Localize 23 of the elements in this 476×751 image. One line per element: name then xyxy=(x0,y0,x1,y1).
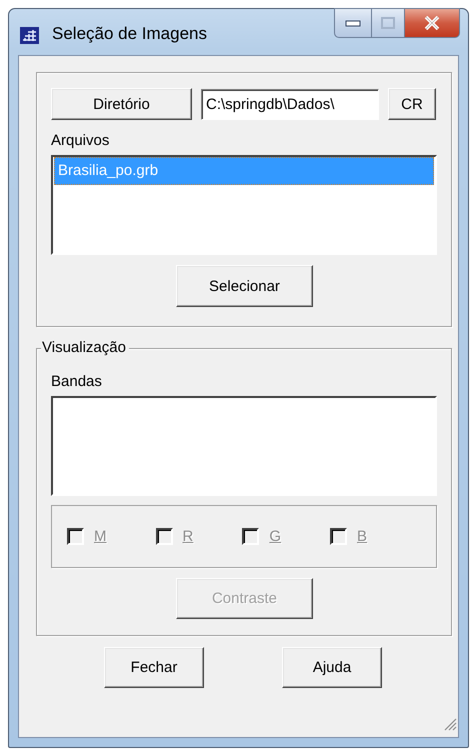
checkbox-label: B xyxy=(357,528,368,545)
maximize-icon xyxy=(381,17,395,29)
close-button[interactable] xyxy=(405,8,460,38)
close-dialog-button[interactable]: Fechar xyxy=(104,647,204,688)
close-icon xyxy=(424,16,440,30)
help-button[interactable]: Ajuda xyxy=(282,647,382,688)
group-legend: Visualização xyxy=(41,339,129,357)
bands-label: Bandas xyxy=(51,373,102,390)
select-button[interactable]: Selecionar xyxy=(176,265,313,307)
window-title: Seleção de Imagens xyxy=(52,24,207,44)
directory-button[interactable]: Diretório xyxy=(51,88,192,120)
directory-field[interactable]: C:\springdb\Dados\ xyxy=(201,88,379,120)
checkbox-label: R xyxy=(182,528,194,545)
checkbox-label: M xyxy=(94,528,106,545)
minimize-icon xyxy=(345,20,361,26)
app-icon xyxy=(20,27,39,44)
maximize-button[interactable] xyxy=(372,8,405,38)
files-label: Arquivos xyxy=(51,132,110,149)
bands-list[interactable] xyxy=(51,396,437,496)
minimize-button[interactable] xyxy=(334,8,372,38)
cr-button[interactable]: CR xyxy=(388,88,436,120)
resize-grip-icon[interactable] xyxy=(443,717,457,731)
checkbox-label: G xyxy=(269,528,282,545)
